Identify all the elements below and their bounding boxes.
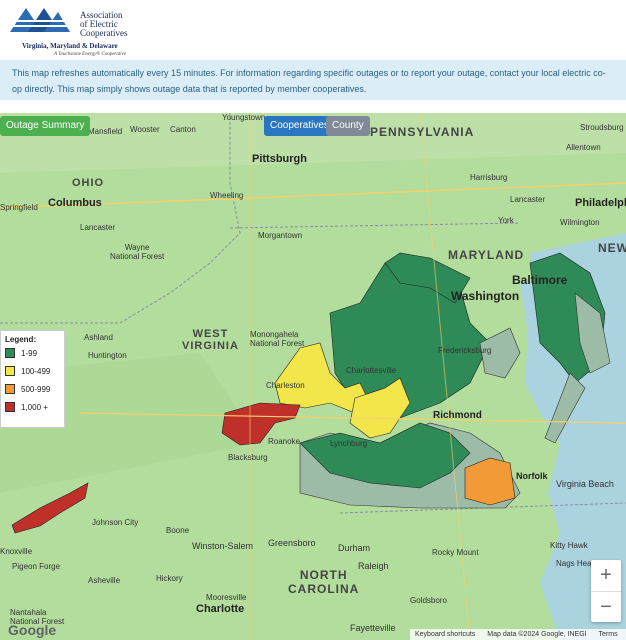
legend-panel: Legend: 1-99 100-499 500-999 1,000 + bbox=[0, 330, 65, 428]
city-label-ashland: Ashland bbox=[84, 333, 113, 342]
city-label-charleston: Charleston bbox=[266, 381, 305, 390]
city-label-washington: Washington bbox=[451, 289, 520, 303]
legend-swatch-green bbox=[5, 348, 15, 358]
legend-label: 100-499 bbox=[21, 366, 51, 376]
legend-swatch-red bbox=[5, 402, 15, 412]
city-label-wheeling: Wheeling bbox=[210, 191, 244, 200]
city-label-hickory: Hickory bbox=[156, 574, 183, 583]
city-label-norfolk: Norfolk bbox=[516, 471, 548, 481]
city-label-roanoke: Roanoke bbox=[268, 437, 301, 446]
city-label-harrisburg: Harrisburg bbox=[470, 173, 508, 182]
city-label-durham: Durham bbox=[338, 543, 371, 553]
forest-label-wayne: Wayne National Forest bbox=[110, 243, 165, 261]
org-region: Virginia, Maryland & Delaware bbox=[22, 42, 118, 50]
state-label-ohio: OHIO bbox=[72, 177, 105, 189]
legend-label: 1-99 bbox=[21, 348, 38, 358]
city-label-pigeon-forge: Pigeon Forge bbox=[12, 562, 61, 571]
city-label-wooster: Wooster bbox=[130, 125, 160, 134]
keyboard-shortcuts-link[interactable]: Keyboard shortcuts bbox=[415, 631, 475, 638]
association-logo[interactable]: Association of Electric Cooperatives Vir… bbox=[10, 6, 140, 57]
forest-label-monongahela: Monongahela National Forest bbox=[250, 330, 305, 348]
city-label-wilmington: Wilmington bbox=[560, 218, 600, 227]
city-label-stroudsburg: Stroudsburg bbox=[580, 123, 624, 132]
city-label-columbus: Columbus bbox=[48, 197, 102, 209]
legend-item: 1-99 bbox=[1, 344, 64, 362]
legend-item: 1,000 + bbox=[1, 398, 64, 416]
city-label-asheville: Asheville bbox=[88, 576, 121, 585]
city-label-lancaster: Lancaster bbox=[510, 195, 546, 204]
city-label-lancaster-oh: Lancaster bbox=[80, 223, 116, 232]
city-label-york: York bbox=[498, 216, 514, 225]
city-label-kitty-hawk: Kitty Hawk bbox=[550, 541, 588, 550]
cooperatives-toggle-button[interactable]: Cooperatives bbox=[264, 116, 335, 136]
city-label-knoxville: Knoxville bbox=[0, 547, 33, 556]
city-label-pittsburgh: Pittsburgh bbox=[252, 153, 307, 165]
city-label-fayetteville: Fayetteville bbox=[350, 623, 396, 633]
legend-title: Legend: bbox=[5, 335, 37, 344]
city-label-baltimore: Baltimore bbox=[512, 273, 568, 287]
city-label-philadelphia: Philadelphia bbox=[575, 197, 626, 209]
city-label-huntington: Huntington bbox=[88, 351, 127, 360]
legend-swatch-orange bbox=[5, 384, 15, 394]
org-tagline: A Touchstone Energy® Cooperative bbox=[54, 52, 127, 57]
city-label-fredericksburg: Fredericksburg bbox=[438, 346, 492, 355]
zoom-in-button[interactable]: + bbox=[591, 560, 621, 591]
logo-mark bbox=[10, 8, 70, 32]
state-label-north-carolina: NORTH CAROLINA bbox=[288, 568, 360, 596]
refresh-notice: This map refreshes automatically every 1… bbox=[0, 60, 626, 100]
city-label-goldsboro: Goldsboro bbox=[410, 596, 447, 605]
zoom-out-button[interactable]: − bbox=[591, 592, 621, 623]
city-label-raleigh: Raleigh bbox=[358, 561, 389, 571]
map-attribution: Keyboard shortcuts Map data ©2024 Google… bbox=[410, 629, 626, 640]
city-label-mooresville: Mooresville bbox=[206, 593, 247, 602]
legend-item: 500-999 bbox=[1, 380, 64, 398]
terms-link[interactable]: Terms bbox=[599, 631, 618, 638]
city-label-lynchburg: Lynchburg bbox=[330, 439, 368, 448]
zoom-controls: + − bbox=[591, 560, 621, 622]
city-label-johnson-city: Johnson City bbox=[92, 518, 139, 527]
city-label-canton: Canton bbox=[170, 125, 196, 134]
city-label-morgantown: Morgantown bbox=[258, 231, 303, 240]
city-label-winston-salem: Winston-Salem bbox=[192, 541, 254, 551]
state-label-pennsylvania: PENNSYLVANIA bbox=[370, 125, 475, 139]
legend-item: 100-499 bbox=[1, 362, 64, 380]
city-label-allentown: Allentown bbox=[566, 143, 601, 152]
city-label-charlottesville: Charlottesville bbox=[346, 366, 397, 375]
legend-label: 1,000 + bbox=[21, 402, 48, 412]
org-name: Association of Electric Cooperatives bbox=[80, 10, 128, 38]
city-label-greensboro: Greensboro bbox=[268, 538, 316, 548]
outage-map[interactable]: OHIO WEST VIRGINIA PENNSYLVANIA MARYLAND… bbox=[0, 113, 626, 640]
city-label-youngstown: Youngstown bbox=[222, 113, 266, 122]
city-label-boone: Boone bbox=[166, 526, 190, 535]
legend-label: 500-999 bbox=[21, 384, 51, 394]
state-label-maryland: MARYLAND bbox=[448, 248, 525, 262]
legend-swatch-yellow bbox=[5, 366, 15, 376]
city-label-richmond: Richmond bbox=[433, 410, 482, 421]
coop-region-far-southwest bbox=[11, 482, 89, 534]
map-data-credit: Map data ©2024 Google, INEGI bbox=[487, 631, 587, 638]
city-label-springfield: Springfield bbox=[0, 203, 38, 212]
city-label-blacksburg: Blacksburg bbox=[228, 453, 268, 462]
coop-region-southeast bbox=[464, 457, 516, 506]
city-label-charlotte: Charlotte bbox=[196, 603, 245, 615]
google-logo[interactable]: Google bbox=[8, 622, 56, 638]
outage-summary-button[interactable]: Outage Summary bbox=[0, 116, 91, 136]
county-toggle-button[interactable]: County bbox=[326, 116, 370, 136]
state-label-west-virginia: WEST VIRGINIA bbox=[182, 328, 239, 352]
state-label-new: NEW bbox=[598, 241, 626, 255]
map-canvas bbox=[0, 113, 626, 640]
city-label-mansfield: Mansfield bbox=[88, 127, 123, 136]
city-label-virginia-beach: Virginia Beach bbox=[556, 479, 614, 489]
city-label-rocky-mount: Rocky Mount bbox=[432, 548, 479, 557]
header: Association of Electric Cooperatives Vir… bbox=[0, 0, 626, 60]
